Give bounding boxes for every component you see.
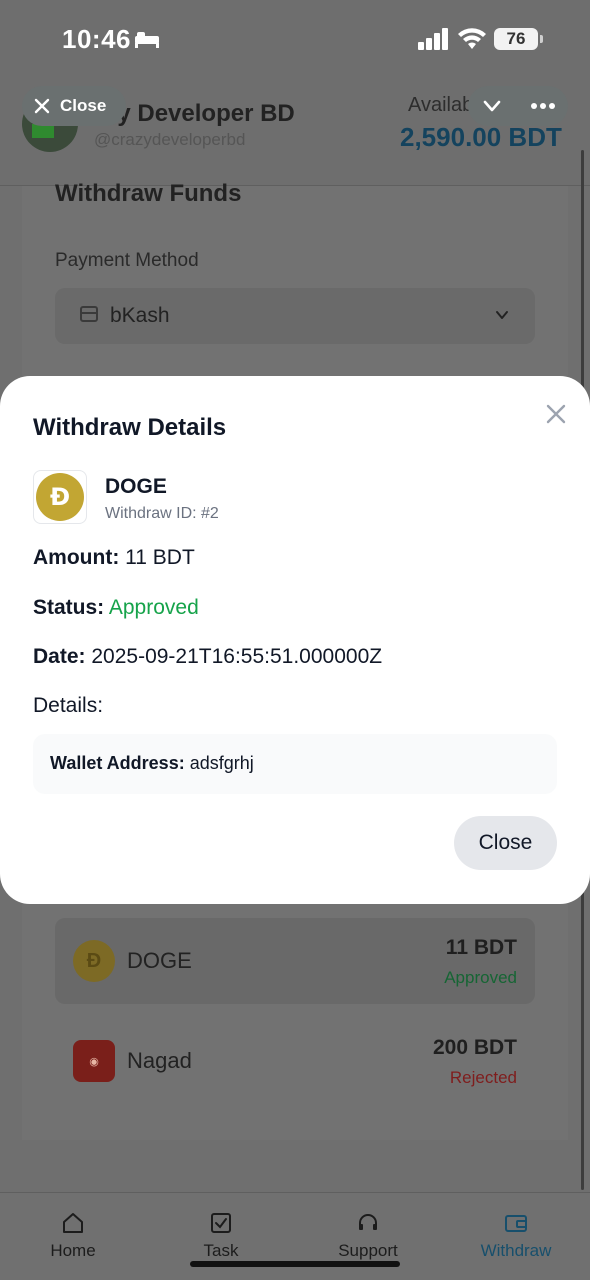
history-item-status: Rejected xyxy=(449,1068,517,1087)
status-row: Status: Approved xyxy=(33,596,199,620)
close-icon xyxy=(34,98,50,114)
nav-label: Withdraw xyxy=(480,1241,552,1260)
card-icon xyxy=(80,306,98,322)
headset-icon xyxy=(359,1214,377,1230)
nav-item-withdraw[interactable]: Withdraw xyxy=(461,1211,571,1261)
history-item-status: Approved xyxy=(444,968,517,987)
home-icon xyxy=(63,1213,83,1233)
balance-label: Availab xyxy=(408,94,474,116)
amount-row: Amount: 11 BDT xyxy=(33,546,195,570)
withdraw-card xyxy=(22,186,568,386)
home-indicator[interactable] xyxy=(190,1261,400,1267)
history-item-name: DOGE xyxy=(127,948,192,973)
status-label: Status: xyxy=(33,596,105,619)
wallet-address-row: Wallet Address: adsfgrhj xyxy=(50,753,254,774)
date-label: Date: xyxy=(33,645,86,668)
coin-logo-box: Ð xyxy=(33,470,87,524)
details-box: Wallet Address: adsfgrhj xyxy=(33,734,557,794)
task-icon xyxy=(211,1213,231,1233)
cellular-signal-icon xyxy=(418,28,448,50)
withdraw-details-modal: Withdraw Details Ð DOGE Withdraw ID: #2 … xyxy=(0,376,590,904)
nagad-logo-icon: ◉ xyxy=(73,1040,115,1082)
chevron-down-icon xyxy=(496,311,508,319)
sleep-focus-icon xyxy=(135,32,159,48)
battery-icon: 76 xyxy=(494,28,543,50)
amount-value: 11 BDT xyxy=(125,546,195,569)
nav-item-task[interactable]: Task xyxy=(166,1211,276,1261)
date-row: Date: 2025-09-21T16:55:51.000000Z xyxy=(33,645,382,669)
nav-label: Task xyxy=(203,1241,239,1260)
amount-label: Amount: xyxy=(33,546,120,569)
history-item[interactable]: ◉ Nagad 200 BDT Rejected xyxy=(55,1018,535,1104)
payment-method-value: bKash xyxy=(110,304,170,327)
coin-name: DOGE xyxy=(105,475,167,498)
withdraw-id: Withdraw ID: #2 xyxy=(105,505,219,522)
webview-close-label: Close xyxy=(60,96,107,115)
close-icon[interactable] xyxy=(545,403,567,425)
payment-method-label: Payment Method xyxy=(55,250,199,271)
doge-logo-icon: Ð xyxy=(73,940,115,982)
nav-label: Support xyxy=(338,1241,398,1260)
user-handle: @crazydeveloperbd xyxy=(94,130,246,149)
history-item[interactable]: Ð DOGE 11 BDT Approved xyxy=(55,918,535,1004)
withdraw-form-title: Withdraw Funds xyxy=(55,180,242,207)
webview-close-button[interactable]: Close xyxy=(22,86,126,126)
wallet-address-label: Wallet Address: xyxy=(50,753,185,773)
wallet-icon xyxy=(505,1215,527,1232)
details-label: Details: xyxy=(33,694,104,717)
modal-title: Withdraw Details xyxy=(33,414,227,441)
history-item-amount: 11 BDT xyxy=(445,936,517,959)
nav-label: Home xyxy=(50,1241,96,1260)
clock: 10:46 xyxy=(62,24,131,54)
doge-logo-icon: Ð xyxy=(36,473,84,521)
status-value: Approved xyxy=(108,596,199,619)
svg-text:Ð: Ð xyxy=(50,483,70,511)
nav-item-home[interactable]: Home xyxy=(18,1211,128,1261)
status-bar: 10:46 76 xyxy=(0,0,590,78)
close-button[interactable]: Close xyxy=(454,816,557,870)
date-value: 2025-09-21T16:55:51.000000Z xyxy=(91,645,383,668)
more-options-icon[interactable] xyxy=(530,96,556,116)
nav-item-support[interactable]: Support xyxy=(313,1211,423,1261)
history-item-amount: 200 BDT xyxy=(432,1036,517,1059)
balance-value: 2,590.00 BDT xyxy=(400,122,562,152)
wifi-icon xyxy=(458,28,486,49)
history-item-name: Nagad xyxy=(127,1048,192,1073)
wallet-address-value: adsfgrhj xyxy=(189,753,254,773)
chevron-down-icon[interactable] xyxy=(482,96,502,116)
